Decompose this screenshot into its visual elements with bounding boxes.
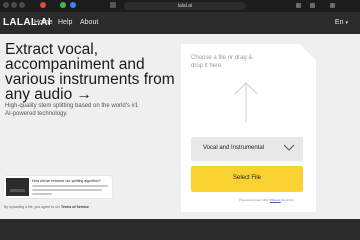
nav-about[interactable]: About bbox=[80, 19, 98, 26]
upload-panel[interactable]: Choose a file or drag & drop it here Voc… bbox=[181, 44, 316, 212]
hero-title: Extract vocal, accompaniment and various… bbox=[5, 41, 175, 103]
promo-thumbnail bbox=[6, 178, 29, 196]
promo-text-line bbox=[32, 193, 52, 195]
share-icon[interactable] bbox=[296, 3, 301, 8]
select-file-button[interactable]: Select File bbox=[191, 166, 303, 192]
tabs-overview-icon[interactable] bbox=[330, 3, 335, 8]
nav-home[interactable]: Home bbox=[34, 19, 53, 26]
language-label: En bbox=[334, 19, 344, 26]
chevron-down-icon bbox=[283, 144, 295, 151]
site-header: LALAL.AI Home Help About En ▾ bbox=[0, 12, 360, 34]
terms-text: By uploading a file, you agree to our bbox=[4, 205, 61, 209]
nav-help[interactable]: Help bbox=[58, 19, 72, 26]
window-close-button[interactable] bbox=[3, 2, 9, 8]
drop-hint: Choose a file or drag & drop it here bbox=[191, 55, 253, 69]
phoenix-link[interactable]: Phoenix bbox=[270, 198, 281, 202]
hero-subtitle: High-quality stem splitting based on the… bbox=[5, 103, 139, 117]
select-file-label: Select File bbox=[232, 175, 261, 181]
blog-promo-card[interactable]: How did we enhance our splitting algorit… bbox=[4, 176, 112, 198]
terms-link[interactable]: Terms of Service bbox=[61, 205, 89, 209]
window-zoom-button[interactable] bbox=[19, 2, 25, 8]
stem-select[interactable]: Vocal and Instrumental bbox=[191, 137, 303, 161]
address-bar[interactable]: lalal.ai bbox=[124, 2, 246, 10]
upload-arrow-icon bbox=[234, 82, 258, 122]
extension-blue-icon[interactable] bbox=[70, 2, 76, 8]
window-minimize-button[interactable] bbox=[11, 2, 17, 8]
terms-notice: By uploading a file, you agree to our Te… bbox=[4, 205, 89, 209]
processing-note: Processing level: MAX Phoenix Algorithm bbox=[239, 198, 294, 202]
processing-suffix: Algorithm bbox=[281, 198, 295, 202]
promo-text-line bbox=[32, 189, 102, 191]
processing-level: MAX bbox=[262, 198, 270, 202]
language-selector[interactable]: En ▾ bbox=[335, 19, 348, 26]
address-url: lalal.ai bbox=[177, 3, 193, 9]
promo-title: How did we enhance our splitting algorit… bbox=[32, 179, 101, 183]
sidebar-toggle-icon[interactable] bbox=[110, 2, 116, 8]
extension-red-icon[interactable] bbox=[40, 2, 46, 8]
browser-toolbar: lalal.ai bbox=[0, 0, 360, 12]
page-footer bbox=[0, 219, 360, 240]
stem-select-value: Vocal and Instrumental bbox=[203, 145, 265, 151]
promo-text-line bbox=[32, 185, 108, 187]
extension-green-icon[interactable] bbox=[60, 2, 66, 8]
processing-prefix: Processing level: bbox=[239, 198, 262, 202]
chevron-down-icon: ▾ bbox=[345, 20, 348, 26]
new-tab-icon[interactable] bbox=[310, 3, 315, 8]
